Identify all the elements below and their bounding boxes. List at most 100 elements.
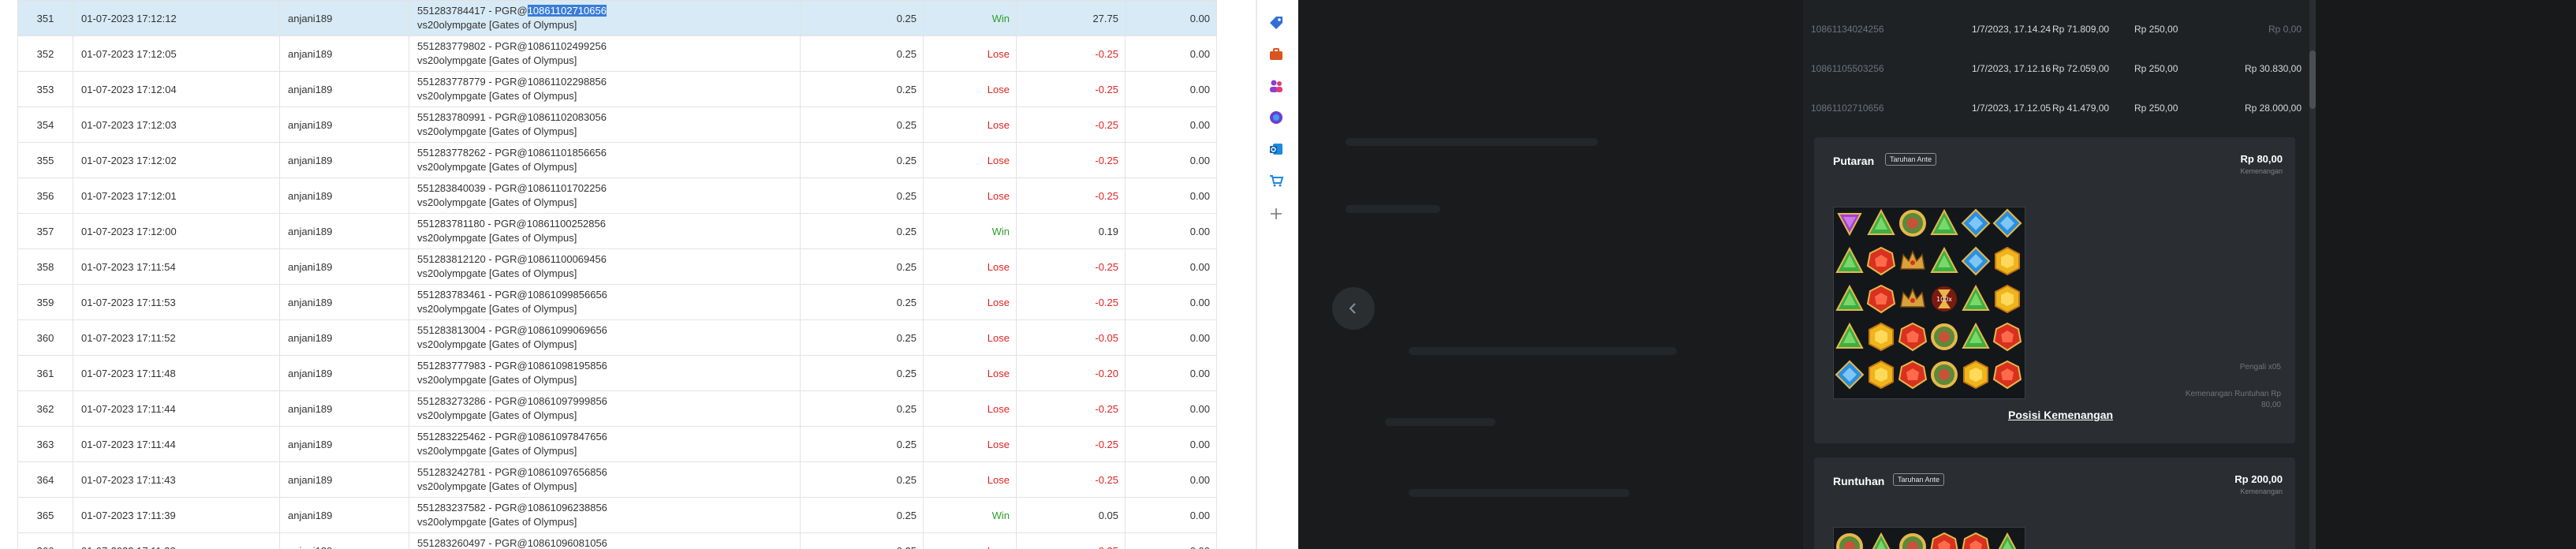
round-bet: Rp 250,00 — [2134, 63, 2178, 74]
txn-id[interactable]: 10861097999856 — [528, 395, 607, 407]
row-transaction[interactable]: 551283242781 - PGR@10861097656856 vs20oly… — [409, 461, 801, 498]
symbol-ring-icon — [1897, 207, 1928, 239]
txn-id[interactable]: 10861102499256 — [528, 40, 607, 52]
row-datetime: 01-07-2023 17:11:52 — [73, 319, 280, 356]
row-number: 356 — [17, 177, 73, 214]
history-row[interactable]: 10861105503256 1/7/2023, 17.12.16 Rp 72.05… — [1803, 49, 2309, 88]
history-row[interactable]: 10861134024256 1/7/2023, 17.14.24 Rp 71.80… — [1803, 9, 2309, 49]
row-number: 351 — [17, 0, 73, 36]
row-transaction[interactable]: 551283260497 - PGR@10861096081056vs20oly… — [409, 532, 801, 549]
table-row[interactable]: 36601-07-2023 17:11:38anjani189551283260… — [17, 532, 1217, 549]
txn-id[interactable]: 10861102298856 — [528, 76, 607, 88]
symbol-ring-icon — [1928, 359, 1960, 390]
row-transaction[interactable]: 551283780991 - PGR@10861102083056 vs20oly… — [409, 106, 801, 143]
row-transaction[interactable]: 551283781180 - PGR@10861100252856 vs20oly… — [409, 213, 801, 249]
row-transaction[interactable]: 551283237582 - PGR@10861096238856 vs20oly… — [409, 497, 801, 533]
people-icon[interactable] — [1266, 76, 1286, 96]
table-row[interactable]: 356 01-07-2023 17:12:01 anjani189 551283840… — [17, 177, 1217, 214]
round-date: 1/7/2023, 17.14.24 — [1972, 24, 2051, 35]
history-row[interactable]: 10861102710656 1/7/2023, 17.12.05 Rp 41.47… — [1803, 88, 2309, 128]
txn-id[interactable]: 10861098195856 — [528, 360, 607, 372]
row-transaction[interactable]: 551283778262 - PGR@10861101856656 vs20oly… — [409, 142, 801, 178]
txn-id[interactable]: 10861097847656 — [528, 431, 607, 443]
row-username: anjani189 — [279, 532, 409, 549]
row-transaction[interactable]: 551283784417 - PGR@10861102710656 vs20oly… — [409, 0, 801, 36]
txn-id[interactable]: 10861100252856 — [527, 218, 606, 230]
row-result: Lose — [923, 319, 1017, 356]
txn-prefix: 551283778262 - PGR@ — [417, 147, 528, 159]
txn-id[interactable]: 10861101702256 — [528, 182, 607, 194]
table-row[interactable]: 355 01-07-2023 17:12:02 anjani189 551283778… — [17, 142, 1217, 178]
row-datetime: 01-07-2023 17:12:03 — [73, 106, 280, 143]
row-winloss: 27.75 — [1016, 0, 1126, 36]
row-winloss: -0.25 — [1016, 248, 1126, 285]
game-name: vs20olympgate [Gates of Olympus] — [417, 196, 577, 208]
table-row[interactable]: 362 01-07-2023 17:11:44 anjani189 551283273… — [17, 390, 1217, 427]
table-row[interactable]: 364 01-07-2023 17:11:43 anjani189 551283242… — [17, 461, 1217, 498]
txn-id[interactable]: 10861099069656 — [528, 324, 607, 336]
row-bet: 0.25 — [800, 177, 924, 214]
row-datetime: 01-07-2023 17:11:38 — [73, 532, 280, 549]
txn-id[interactable]: 10861097656856 — [528, 466, 607, 478]
txn-id[interactable]: 10861096238856 — [528, 502, 607, 514]
row-extra: 0.00 — [1125, 461, 1217, 498]
table-row[interactable]: 360 01-07-2023 17:11:52 anjani189 551283813… — [17, 319, 1217, 356]
symbol-red-icon — [1992, 321, 2023, 353]
txn-id[interactable]: 10861100069456 — [528, 253, 607, 265]
table-row[interactable]: 359 01-07-2023 17:11:53 anjani189 551283783… — [17, 284, 1217, 320]
symbol-crown-icon — [1897, 283, 1928, 315]
round-win: Rp 28.000,00 — [2244, 103, 2302, 114]
symbol-green-icon — [1928, 245, 1960, 277]
row-username: anjani189 — [279, 213, 409, 249]
row-transaction[interactable]: 551283813004 - PGR@10861099069656 vs20oly… — [409, 319, 801, 356]
row-transaction[interactable]: 551283783461 - PGR@10861099856656 vs20oly… — [409, 284, 801, 320]
row-transaction[interactable]: 551283812120 - PGR@10861100069456 vs20oly… — [409, 248, 801, 285]
symbol-green-icon — [1834, 283, 1865, 315]
row-number: 360 — [17, 319, 73, 356]
table-row[interactable]: 365 01-07-2023 17:11:39 anjani189 551283237… — [17, 497, 1217, 533]
table-row[interactable]: 357 01-07-2023 17:12:00 anjani189 551283781… — [17, 213, 1217, 249]
symbol-red-icon — [1865, 245, 1897, 277]
txn-id[interactable]: 10861096081056 — [528, 537, 607, 549]
game-name: vs20olympgate [Gates of Olympus] — [417, 54, 577, 66]
puzzle-icon[interactable] — [1266, 107, 1286, 128]
shopping-cart-icon[interactable] — [1266, 170, 1286, 191]
row-username: anjani189 — [279, 426, 409, 462]
row-winloss: -0.25 — [1016, 532, 1126, 549]
table-row[interactable]: 353 01-07-2023 17:12:04 anjani189 551283778… — [17, 71, 1217, 107]
add-icon[interactable] — [1266, 204, 1286, 224]
row-transaction[interactable]: 551283273286 - PGR@10861097999856 vs20oly… — [409, 390, 801, 427]
txn-id[interactable]: 10861102083056 — [528, 111, 607, 123]
game-name: vs20olympgate [Gates of Olympus] — [417, 125, 577, 137]
row-transaction[interactable]: 551283840039 - PGR@10861101702256 vs20oly… — [409, 177, 801, 214]
symbol-green-icon — [1834, 321, 1865, 353]
table-row[interactable]: 361 01-07-2023 17:11:48 anjani189 551283777… — [17, 355, 1217, 391]
row-datetime: 01-07-2023 17:11:43 — [73, 461, 280, 498]
briefcase-icon[interactable] — [1266, 44, 1286, 65]
round-bet: Rp 250,00 — [2134, 24, 2178, 35]
table-row[interactable]: 352 01-07-2023 17:12:05 anjani189 551283779… — [17, 35, 1217, 72]
table-row[interactable]: 351 01-07-2023 17:12:12 anjani189 551283784… — [17, 0, 1217, 36]
outlook-icon[interactable] — [1266, 139, 1286, 159]
table-row[interactable]: 354 01-07-2023 17:12:03 anjani189 551283780… — [17, 106, 1217, 143]
win-position-link[interactable]: Posisi Kemenangan — [2008, 409, 2113, 421]
row-transaction[interactable]: 551283225462 - PGR@10861097847656 vs20oly… — [409, 426, 801, 462]
row-transaction[interactable]: 551283778779 - PGR@10861102298856 vs20oly… — [409, 71, 801, 107]
back-button[interactable] — [1332, 287, 1375, 330]
txn-id[interactable]: 10861102710656 — [527, 5, 607, 17]
symbol-blue-icon — [1992, 207, 2023, 239]
table-row[interactable]: 363 01-07-2023 17:11:44 anjani189 551283225… — [17, 426, 1217, 462]
row-transaction[interactable]: 551283777983 - PGR@10861098195856 vs20oly… — [409, 355, 801, 391]
symbol-yellow-icon — [1960, 359, 1992, 390]
row-transaction[interactable]: 551283779802 - PGR@10861102499256 vs20oly… — [409, 35, 801, 72]
txn-id[interactable]: 10861101856656 — [528, 147, 607, 159]
row-result: Lose — [923, 461, 1017, 498]
table-row[interactable]: 358 01-07-2023 17:11:54 anjani189 551283812… — [17, 248, 1217, 285]
spin-amount: Rp 80,00 — [2240, 153, 2283, 165]
tag-icon[interactable] — [1266, 13, 1286, 33]
row-extra: 0.00 — [1125, 532, 1217, 549]
symbol-green-icon — [1865, 531, 1897, 549]
txn-id[interactable]: 10861099856656 — [528, 289, 607, 301]
scrollbar-thumb[interactable] — [2309, 50, 2316, 109]
cascade-ante-badge: Taruhan Ante — [1893, 473, 1945, 486]
